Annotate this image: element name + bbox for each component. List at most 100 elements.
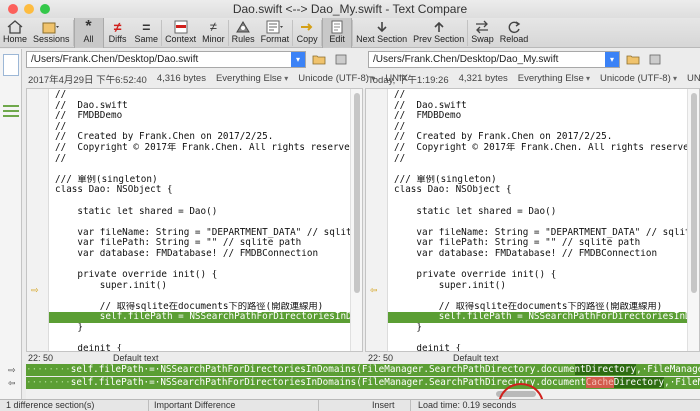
context-button[interactable]: Context: [162, 18, 199, 48]
scroll-thumb[interactable]: [691, 93, 697, 293]
code-line[interactable]: // 取得sqlite在documents下的路徑(開啟連線用): [49, 302, 350, 313]
code-line[interactable]: // Copyright © 2017年 Frank.Chen. All rig…: [388, 143, 687, 154]
code-line[interactable]: var filePath: String = "" // sqlite path: [388, 238, 687, 249]
left-code-text[interactable]: //// Dao.swift// FMDBDemo//// Created by…: [49, 90, 350, 351]
scroll-thumb[interactable]: [354, 93, 360, 293]
code-line[interactable]: [388, 217, 687, 228]
sessions-button[interactable]: Sessions: [30, 18, 73, 48]
right-encoding-select[interactable]: Unicode (UTF-8): [600, 73, 677, 84]
code-line[interactable]: //: [388, 122, 687, 133]
code-line[interactable]: [388, 196, 687, 207]
zoom-window-button[interactable]: [40, 4, 50, 14]
code-line[interactable]: //: [49, 122, 350, 133]
prev-section-button[interactable]: Prev Section: [410, 18, 467, 48]
code-line[interactable]: //: [388, 154, 687, 165]
save-icon[interactable]: [646, 52, 664, 67]
code-line[interactable]: [49, 260, 350, 271]
horizontal-scrollbar[interactable]: [26, 389, 700, 399]
minimize-window-button[interactable]: [24, 4, 34, 14]
minor-button[interactable]: ≠ Minor: [199, 18, 228, 48]
right-vertical-scrollbar[interactable]: [687, 89, 699, 351]
code-line[interactable]: [49, 217, 350, 228]
code-line[interactable]: // Dao.swift: [49, 101, 350, 112]
code-line[interactable]: // Created by Frank.Chen on 2017/2/25.: [49, 132, 350, 143]
all-button[interactable]: * All: [73, 18, 104, 48]
code-line[interactable]: var filePath: String = "" // sqlite path: [49, 238, 350, 249]
left-detail-line[interactable]: ········self.filePath·=·NSSearchPathForD…: [26, 364, 700, 376]
next-section-button[interactable]: Next Section: [353, 18, 410, 48]
code-line[interactable]: // FMDBDemo: [49, 111, 350, 122]
save-icon[interactable]: [332, 52, 350, 67]
code-line[interactable]: // Copyright © 2017年 Frank.Chen. All rig…: [49, 143, 350, 154]
code-line[interactable]: // Dao.swift: [388, 101, 687, 112]
code-line[interactable]: deinit {: [388, 344, 687, 351]
code-line[interactable]: var database: FMDatabase! // FMDBConnect…: [49, 249, 350, 260]
same-button[interactable]: = Same: [132, 18, 162, 48]
copy-button[interactable]: Copy: [293, 18, 321, 48]
edit-button[interactable]: Edit: [322, 18, 353, 48]
code-line[interactable]: [388, 291, 687, 302]
right-code-text[interactable]: //// Dao.swift// FMDBDemo//// Created by…: [388, 90, 687, 351]
diffs-button[interactable]: ≠ Diffs: [104, 18, 132, 48]
code-line[interactable]: private override init() {: [49, 270, 350, 281]
code-line[interactable]: // 取得sqlite在documents下的路徑(開啟連線用): [388, 302, 687, 313]
code-line[interactable]: [388, 334, 687, 345]
swap-button[interactable]: Swap: [468, 18, 497, 48]
diff-code-line[interactable]: self.filePath = NSSearchPathForDirectori…: [388, 312, 687, 324]
left-filter-select[interactable]: Everything Else: [216, 73, 288, 84]
folder-icon[interactable]: [310, 52, 328, 67]
code-line[interactable]: class Dao: NSObject {: [49, 185, 350, 196]
code-line[interactable]: }: [388, 323, 687, 334]
reload-icon: [503, 19, 525, 34]
right-detail-line[interactable]: ········self.filePath·=·NSSearchPathForD…: [26, 377, 700, 389]
code-line[interactable]: //: [49, 90, 350, 101]
code-line[interactable]: super.init(): [388, 281, 687, 292]
right-line-endings[interactable]: UNIX: [687, 73, 700, 84]
code-line[interactable]: [388, 260, 687, 271]
left-vertical-scrollbar[interactable]: [350, 89, 362, 351]
right-filter-select[interactable]: Everything Else: [518, 73, 590, 84]
code-line[interactable]: /// 單例(singleton): [388, 175, 687, 186]
diff-code-line[interactable]: self.filePath = NSSearchPathForDirectori…: [49, 312, 350, 324]
code-line[interactable]: var fileName: String = "DEPARTMENT_DATA"…: [388, 228, 687, 239]
code-line[interactable]: // FMDBDemo: [388, 111, 687, 122]
code-line[interactable]: private override init() {: [388, 270, 687, 281]
home-button[interactable]: Home: [0, 18, 30, 48]
code-line[interactable]: [49, 196, 350, 207]
code-line[interactable]: }: [49, 323, 350, 334]
chevron-down-icon[interactable]: ▾: [605, 52, 619, 67]
chevron-down-icon[interactable]: ▾: [291, 52, 305, 67]
code-line[interactable]: //: [388, 90, 687, 101]
right-info-row: Today, 下午1:19:26 4,321 bytes Everything …: [368, 71, 700, 86]
code-line[interactable]: static let shared = Dao(): [388, 207, 687, 218]
overview-viewport[interactable]: [3, 54, 19, 76]
overview-thumbnail[interactable]: [0, 49, 22, 401]
code-line[interactable]: [49, 164, 350, 175]
copy-right-arrow-icon[interactable]: ⇨: [31, 286, 43, 295]
format-button[interactable]: Format: [258, 18, 293, 48]
code-line[interactable]: var fileName: String = "DEPARTMENT_DATA"…: [49, 228, 350, 239]
left-code-pane[interactable]: ⇨ //// Dao.swift// FMDBDemo//// Created …: [26, 88, 363, 352]
code-line[interactable]: [388, 164, 687, 175]
code-line[interactable]: /// 單例(singleton): [49, 175, 350, 186]
code-line[interactable]: class Dao: NSObject {: [388, 185, 687, 196]
close-window-button[interactable]: [8, 4, 18, 14]
code-line[interactable]: deinit {: [49, 344, 350, 351]
code-line[interactable]: static let shared = Dao(): [49, 207, 350, 218]
left-encoding-select[interactable]: Unicode (UTF-8): [298, 73, 375, 84]
code-line[interactable]: //: [49, 154, 350, 165]
rules-button[interactable]: Rules: [229, 18, 258, 48]
copy-left-arrow-icon[interactable]: ⇦: [370, 286, 382, 295]
right-code-pane[interactable]: ⇦ //// Dao.swift// FMDBDemo//// Created …: [365, 88, 700, 352]
left-position-row: 22: 50 Default text: [28, 352, 159, 364]
prev-section-icon: [428, 19, 450, 34]
code-line[interactable]: super.init(): [49, 281, 350, 292]
folder-icon[interactable]: [624, 52, 642, 67]
left-path-field[interactable]: /Users/Frank.Chen/Desktop/Dao.swift ▾: [26, 51, 306, 68]
code-line[interactable]: // Created by Frank.Chen on 2017/2/25.: [388, 132, 687, 143]
reload-button[interactable]: Reload: [497, 18, 532, 48]
right-path-field[interactable]: /Users/Frank.Chen/Desktop/Dao_My.swift ▾: [368, 51, 620, 68]
code-line[interactable]: [49, 334, 350, 345]
code-line[interactable]: [49, 291, 350, 302]
code-line[interactable]: var database: FMDatabase! // FMDBConnect…: [388, 249, 687, 260]
